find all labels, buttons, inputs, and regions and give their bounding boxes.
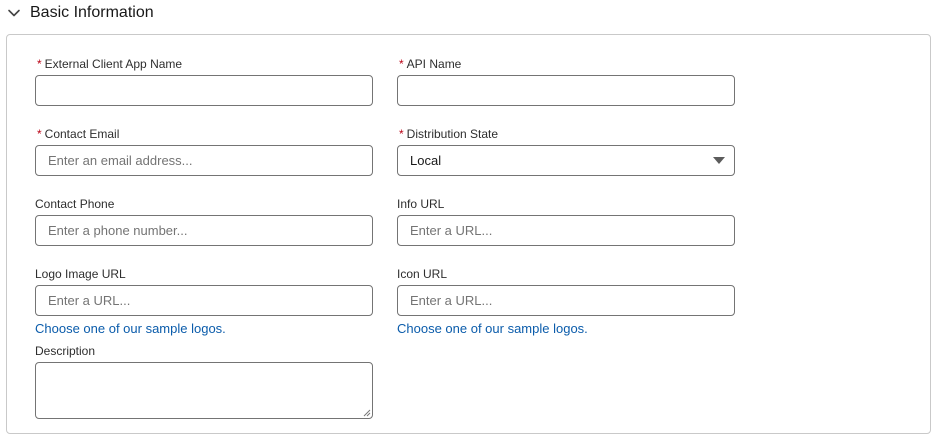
icon-url-input[interactable] (397, 285, 735, 316)
contact-phone-label: Contact Phone (35, 197, 115, 211)
resize-grip-icon[interactable] (363, 409, 371, 417)
required-marker: * (399, 57, 404, 71)
app-name-input[interactable] (35, 75, 373, 106)
app-name-label: * External Client App Name (37, 57, 183, 71)
logo-image-url-input[interactable] (35, 285, 373, 316)
distribution-state-select[interactable]: Local (397, 145, 735, 176)
contact-email-input[interactable] (35, 145, 373, 176)
icon-url-label: Icon URL (397, 267, 448, 281)
distribution-state-label: * Distribution State (399, 127, 499, 141)
api-name-label: * API Name (399, 57, 462, 71)
contact-phone-input[interactable] (35, 215, 373, 246)
info-url-label: Info URL (397, 197, 445, 211)
icon-sample-link[interactable]: Choose one of our sample logos. (397, 321, 588, 336)
section-header-basic-information[interactable]: Basic Information (0, 0, 940, 26)
caret-down-icon (713, 157, 725, 164)
chevron-down-icon (8, 9, 20, 17)
required-marker: * (399, 127, 404, 141)
required-marker: * (37, 127, 42, 141)
description-textarea[interactable] (35, 362, 373, 419)
required-marker: * (37, 57, 42, 71)
section-title: Basic Information (30, 4, 154, 21)
info-url-input[interactable] (397, 215, 735, 246)
distribution-state-value: Local (410, 153, 442, 168)
contact-email-label: * Contact Email (37, 127, 120, 141)
description-label: Description (35, 344, 96, 358)
logo-image-url-label: Logo Image URL (35, 267, 126, 281)
api-name-input[interactable] (397, 75, 735, 106)
logo-sample-link[interactable]: Choose one of our sample logos. (35, 321, 226, 336)
